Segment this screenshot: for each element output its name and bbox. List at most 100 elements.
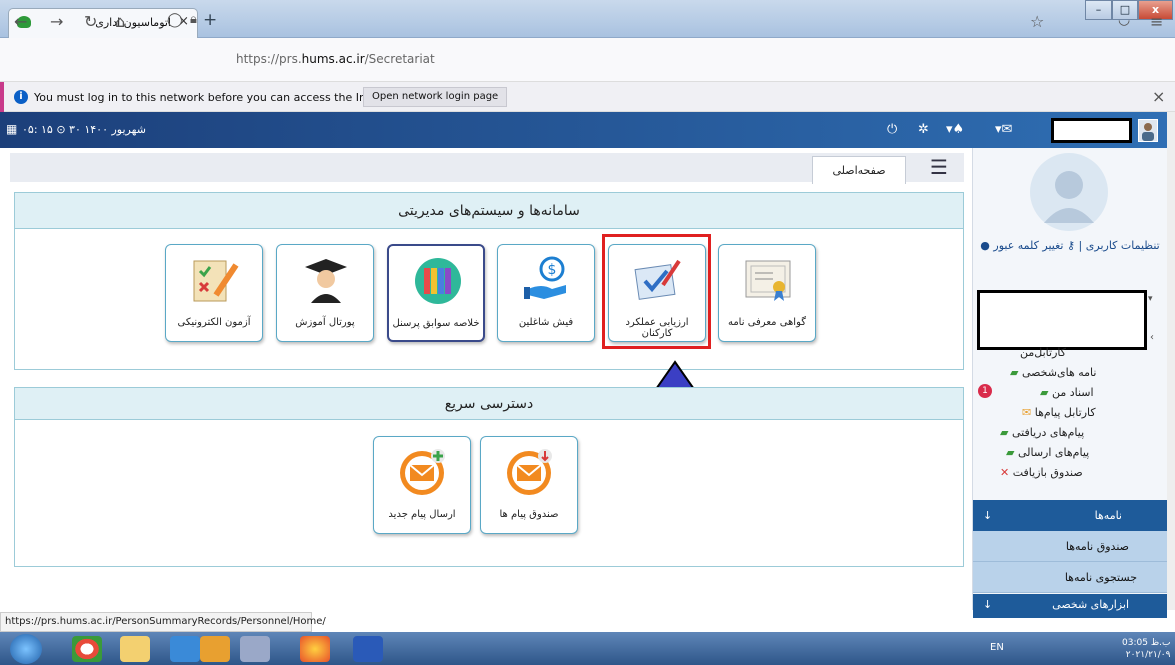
tree-label: پیام‌های دریافتی (1011, 426, 1085, 439)
collapse-arrow-icon[interactable]: ▾ (1148, 294, 1153, 304)
education-portal-card[interactable]: پورتال آموزش (276, 244, 374, 342)
back-arrow-icon[interactable]: ← (14, 12, 27, 31)
section-label: نامه‌ها (1094, 509, 1122, 522)
url-bar[interactable]: https://prs.hums.ac.ir/Secretariat (236, 52, 435, 66)
binders-icon (415, 258, 461, 304)
status-bar-url: https://prs.hums.ac.ir/PersonSummaryReco… (0, 612, 326, 632)
card-label: ارسال پیام جدید (388, 509, 456, 520)
tree-sent-messages[interactable]: ▰ پیام‌های ارسالی (1006, 446, 1089, 459)
sidebar-section-letters[interactable]: ↓ نامه‌ها (973, 500, 1167, 531)
new-message-card[interactable]: ارسال پیام جدید (373, 436, 471, 534)
certificate-card[interactable]: گواهی معرفی نامه (718, 244, 816, 342)
expand-arrow-icon[interactable]: ‹ (1150, 332, 1154, 343)
user-settings-link[interactable]: تنظیمات کاربری (1086, 239, 1160, 252)
change-password-link[interactable]: تغییر کلمه عبور (993, 239, 1063, 252)
account-links: ● تنظیمات کاربری | ⚷ تغییر کلمه عبور (980, 238, 1160, 254)
inbox-mail-icon (507, 449, 552, 495)
unread-badge: 1 (978, 384, 992, 398)
tab-home[interactable]: صفحه‌اصلی (812, 156, 906, 184)
url-path: /Secretariat (364, 52, 435, 66)
bookmark-star-icon[interactable]: ☆ (1030, 12, 1044, 31)
gear-icon[interactable]: ✲ (918, 122, 929, 137)
svg-text:$: $ (548, 262, 557, 278)
online-exam-card[interactable]: آزمون الکترونیکی (165, 244, 263, 342)
taskbar-clock[interactable]: 03:05 ب.ظ ۲۰۲۱/۲۱/۰۹ (1122, 637, 1170, 661)
app-header: ▦ ۰۵: ۱۵ ⊙ ۳۰ شهریور ۱۴۰۰ ⏻ ✲ ▾♠ ▾✉ (0, 112, 1175, 148)
item-label: جستجوی نامه‌ها (1064, 571, 1137, 584)
trash-icon: ✕ (1000, 466, 1010, 479)
notification-message: You must log in to this network before y… (34, 91, 403, 104)
card-label: گواهی معرفی نامه (727, 317, 807, 328)
tab-title: اتوماسیون اداری (95, 16, 171, 29)
sidebar-item-letter-search[interactable]: جستجوی نامه‌ها (973, 562, 1167, 593)
firefox-icon[interactable] (300, 636, 330, 662)
window-minimize-button[interactable]: – (1085, 0, 1112, 20)
start-button[interactable] (10, 634, 42, 664)
forward-arrow-icon[interactable]: → (50, 12, 63, 31)
clock-time: 03:05 ب.ظ (1122, 638, 1171, 648)
power-icon[interactable]: ⏻ (887, 122, 897, 137)
new-tab-button[interactable]: + (203, 10, 217, 30)
hamburger-menu-icon[interactable]: ☰ (930, 155, 948, 179)
shield-icon[interactable]: ◯ (167, 12, 183, 28)
exam-pencil-icon (193, 260, 239, 302)
outbox-icon: ▰ (1006, 446, 1015, 459)
inbox-card[interactable]: صندوق پیام ها (480, 436, 578, 534)
reload-icon[interactable]: ↻ (84, 12, 97, 31)
home-icon[interactable]: ⌂ (115, 12, 125, 31)
lock-icon[interactable]: 🔒︎ (190, 12, 197, 27)
chrome-icon[interactable] (72, 636, 102, 662)
section-label: ابزارهای شخصی (1052, 598, 1129, 611)
page-scrollbar[interactable] (1167, 112, 1175, 610)
tree-personal-letters[interactable]: ▰ نامه های‌شخصی (1010, 366, 1096, 379)
collapse-down-icon: ↓ (983, 598, 993, 611)
collapse-down-icon: ↓ (983, 509, 993, 522)
notification-close-icon[interactable]: × (1152, 87, 1165, 106)
tree-received-messages[interactable]: ▰ پیام‌های دریافتی (1000, 426, 1084, 439)
tree-recycle-bin[interactable]: ✕ صندوق بازیافت (1000, 466, 1083, 479)
word-icon[interactable] (353, 636, 383, 662)
browser-navigation-bar (0, 38, 1175, 82)
envelope-icon: ✉ (1022, 406, 1032, 419)
card-label: پورتال آموزش (295, 317, 355, 328)
quick-access-panel-title: دسترسی سریع (15, 388, 963, 420)
info-icon: i (14, 90, 28, 104)
messages-envelope-icon[interactable]: ▾✉ (995, 122, 1012, 137)
key-icon: ⚷ (1066, 239, 1076, 252)
redacted-box (977, 290, 1147, 350)
user-icon: ● (980, 239, 990, 252)
tree-messages-cartable[interactable]: ✉ کارتابل پیام‌ها (1022, 406, 1096, 419)
card-label: خلاصه سوابق پرسنل (392, 318, 480, 329)
card-label: صندوق پیام ها (499, 509, 559, 520)
tree-label: پیام‌های ارسالی (1017, 446, 1090, 459)
open-login-page-button[interactable]: Open network login page (363, 87, 508, 107)
user-avatar-small[interactable] (1138, 119, 1158, 142)
highlight-box (602, 234, 711, 349)
header-datetime: ۰۵: ۱۵ ⊙ ۳۰ شهریور ۱۴۰۰ (22, 123, 146, 136)
pocket-icon[interactable]: ◡ (1118, 12, 1130, 28)
tree-my-documents[interactable]: ▰ اسناد من (1040, 386, 1094, 399)
payslip-coin-icon: $ (524, 256, 566, 299)
link-separator: | (1078, 239, 1083, 252)
sidebar-section-tools[interactable]: ↓ ابزارهای شخصی (973, 594, 1167, 618)
tree-label: کارتابل پیام‌ها (1034, 406, 1096, 419)
sidebar-item-letter-box[interactable]: صندوق نامه‌ها (973, 531, 1167, 562)
internet-explorer-icon[interactable] (170, 636, 200, 662)
url-domain: hums.ac.ir (301, 52, 365, 66)
notifications-bell-icon[interactable]: ▾♠ (946, 122, 964, 137)
card-label: آزمون الکترونیکی (177, 317, 251, 328)
tree-my-cartable[interactable]: کارتابل‌من (1020, 346, 1066, 359)
personnel-records-card[interactable]: خلاصه سوابق پرسنل (387, 244, 485, 342)
notification-accent (0, 82, 4, 112)
item-label: صندوق نامه‌ها (1065, 540, 1129, 553)
tree-label: اسناد من (1051, 386, 1094, 399)
user-avatar (1030, 153, 1108, 231)
media-player-icon[interactable] (200, 636, 230, 662)
tray-language[interactable]: EN (990, 642, 1004, 653)
tree-label: نامه های‌شخصی (1021, 366, 1097, 379)
paint-icon[interactable] (240, 636, 270, 662)
app-menu-icon[interactable]: ≡ (1150, 12, 1163, 31)
systems-panel-title: سامانه‌ها و سیستم‌های مدیریتی (15, 193, 963, 229)
file-explorer-icon[interactable] (120, 636, 150, 662)
payslip-card[interactable]: $ فیش شاغلین (497, 244, 595, 342)
